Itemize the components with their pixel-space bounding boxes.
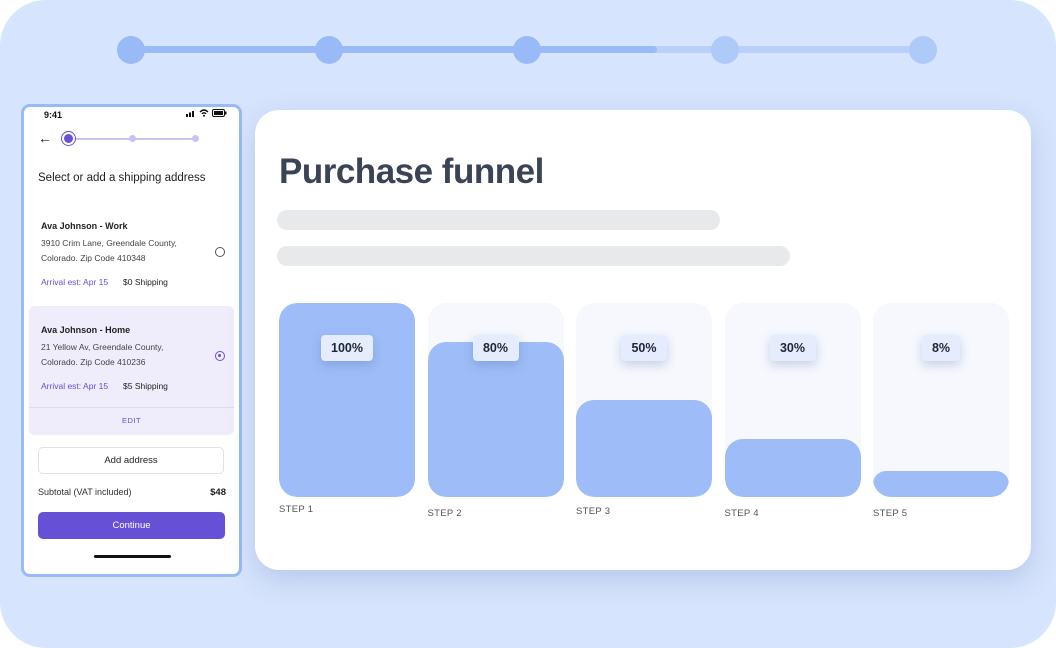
address-option-work[interactable]: Ava Johnson - Work 3910 Crim Lane, Green… <box>29 211 234 299</box>
background-canvas: 9:41 ← Select or add a shipping address <box>0 0 1056 648</box>
progress-step-5 <box>909 36 937 64</box>
address-name: Ava Johnson - Home <box>41 325 131 335</box>
wifi-icon <box>199 109 209 117</box>
status-icons <box>186 109 227 117</box>
status-time: 9:41 <box>44 110 63 120</box>
address-radio-selected[interactable] <box>215 351 225 361</box>
subtotal-label: Subtotal (VAT included) <box>38 487 132 497</box>
placeholder-line <box>277 210 720 230</box>
back-arrow-icon[interactable]: ← <box>38 130 52 146</box>
phone-mockup: 9:41 ← Select or add a shipping address <box>21 104 242 577</box>
funnel-step-1 <box>279 303 415 497</box>
address-line: 3910 Crim Lane, Greendale County, <box>41 238 177 248</box>
checkout-step-3 <box>192 135 199 142</box>
subtotal-value: $48 <box>210 487 226 498</box>
step-label: STEP 1 <box>279 504 314 515</box>
percent-label: 100% <box>321 335 373 361</box>
percent-label: 8% <box>922 335 960 361</box>
funnel-step-4 <box>724 303 861 497</box>
funnel-bar <box>576 400 712 497</box>
step-label: STEP 4 <box>724 508 759 519</box>
add-address-button[interactable]: Add address <box>38 447 224 474</box>
progress-step-2 <box>315 36 343 64</box>
placeholder-line <box>277 246 790 266</box>
address-name: Ava Johnson - Work <box>41 221 128 231</box>
progress-step-1 <box>117 36 145 64</box>
address-line: 21 Yellow Av, Greendale County, <box>41 342 164 352</box>
address-line: Colorado. Zip Code 410348 <box>41 253 146 263</box>
funnel-bar <box>724 438 861 497</box>
address-radio[interactable] <box>215 247 225 257</box>
battery-icon <box>212 109 227 117</box>
funnel-step-3 <box>576 303 712 497</box>
signal-icon <box>186 111 194 117</box>
shipping-cost: $0 Shipping <box>123 277 168 287</box>
step-label: STEP 3 <box>576 506 611 517</box>
edit-button[interactable]: EDIT <box>29 416 234 425</box>
purchase-funnel-card: Purchase funnel 100% STEP 1 80% STEP 2 50% ST… <box>255 110 1031 570</box>
card-title: Purchase funnel <box>279 152 544 191</box>
home-indicator <box>94 555 171 558</box>
funnel-bar <box>873 471 1009 497</box>
percent-label: 80% <box>472 335 519 361</box>
checkout-step-2 <box>129 135 136 142</box>
shipping-heading: Select or add a shipping address <box>38 172 206 184</box>
arrival-estimate: Arrival est: Apr 15 <box>41 277 109 287</box>
continue-button[interactable]: Continue <box>38 512 225 539</box>
checkout-step-1 <box>64 134 73 143</box>
funnel-bar <box>279 303 415 497</box>
progress-step-3 <box>513 36 541 64</box>
address-line: Colorado. Zip Code 410236 <box>41 357 146 367</box>
divider <box>29 407 234 408</box>
step-label: STEP 2 <box>427 508 462 519</box>
percent-label: 30% <box>769 335 816 361</box>
shipping-cost: $5 Shipping <box>123 381 168 391</box>
funnel-step-2 <box>427 303 564 497</box>
progress-step-4 <box>711 36 739 64</box>
progress-track-fill <box>131 46 657 53</box>
percent-label: 50% <box>621 335 667 361</box>
address-option-home[interactable]: Ava Johnson - Home 21 Yellow Av, Greenda… <box>29 306 234 435</box>
funnel-step-5 <box>873 303 1009 497</box>
arrival-estimate: Arrival est: Apr 15 <box>41 381 109 391</box>
step-label: STEP 5 <box>873 508 908 519</box>
funnel-bar <box>427 341 564 497</box>
